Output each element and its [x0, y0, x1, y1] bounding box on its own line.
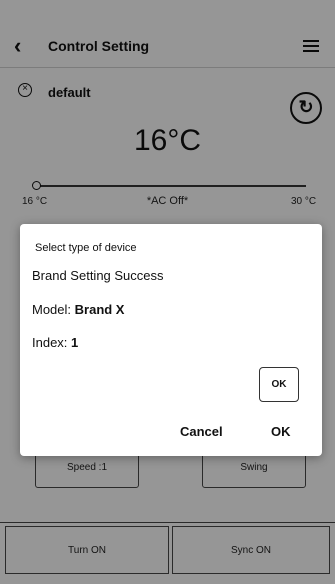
dialog-message: Brand Setting Success — [32, 268, 164, 283]
model-row: Model: Brand X — [32, 302, 124, 317]
index-row: Index: 1 — [32, 335, 78, 350]
index-label: Index: — [32, 335, 72, 350]
model-value: Brand X — [74, 302, 125, 317]
cancel-button[interactable]: Cancel — [180, 424, 223, 439]
brand-setting-dialog: Select type of device Brand Setting Succ… — [20, 224, 322, 456]
ok-button[interactable]: OK — [271, 424, 291, 439]
dialog-title: Select type of device — [35, 242, 137, 254]
index-value: 1 — [71, 335, 79, 350]
inline-ok-button[interactable]: OK — [259, 367, 299, 402]
model-label: Model: — [32, 302, 75, 317]
